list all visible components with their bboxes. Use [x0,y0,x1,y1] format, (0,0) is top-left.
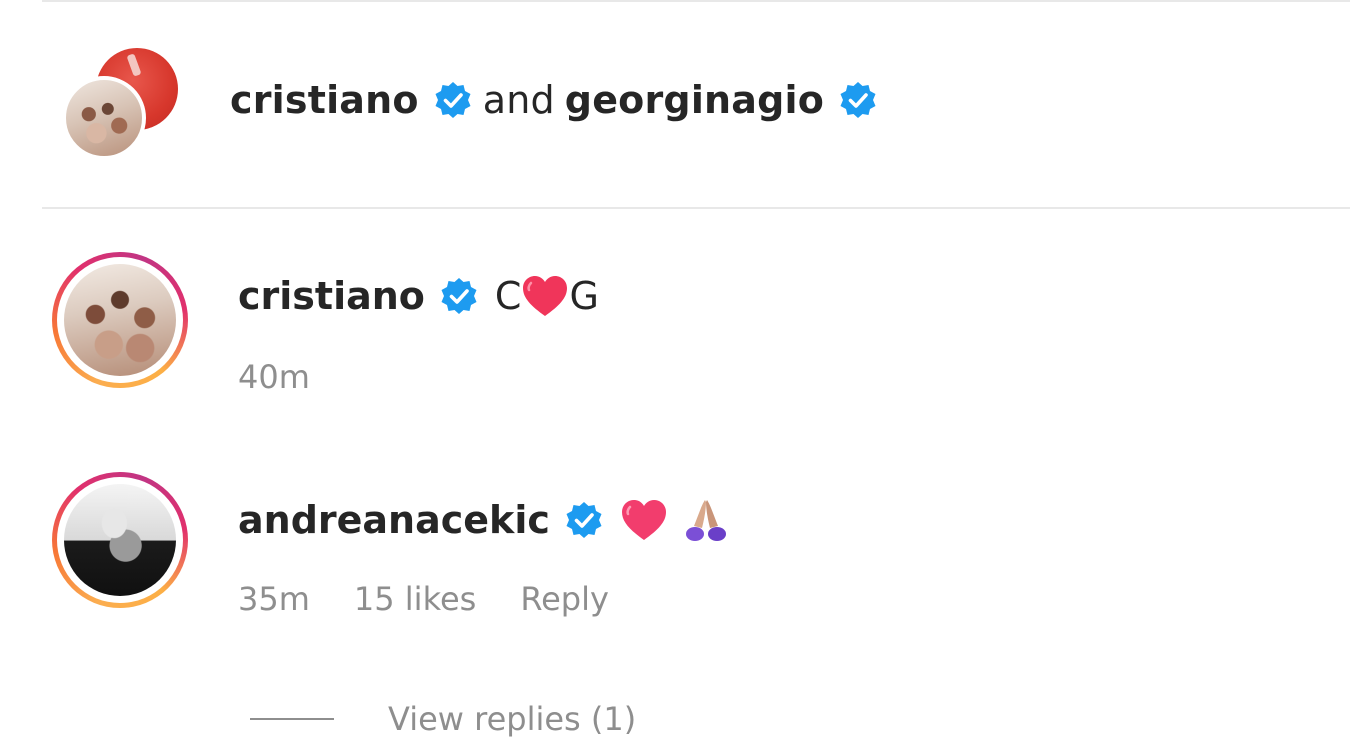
comment-text [620,494,732,546]
comment-item: cristiano C G 40m [52,252,1302,396]
verified-badge-icon [441,278,477,314]
header-connector: and [482,78,555,122]
view-replies-line [250,718,334,720]
header-username-1[interactable]: cristiano [230,78,419,122]
collab-title: cristiano and georginagio [230,78,878,122]
comment-item: andreanacekic 35m 15 likes Reply [52,472,1302,622]
comment-likes[interactable]: 15 likes [354,580,476,618]
comment-username[interactable]: cristiano [238,274,425,318]
avatar-cristiano [64,264,176,376]
avatar-story-ring[interactable] [52,252,188,388]
folded-hands-emoji-icon [685,500,726,541]
verified-badge-icon [435,82,471,118]
header-divider [42,207,1350,209]
comment-text-before: C [494,274,522,318]
header-username-2[interactable]: georginagio [565,78,824,122]
comment-username[interactable]: andreanacekic [238,498,550,542]
comment-timestamp: 40m [238,358,310,396]
heart-emoji-icon [621,500,666,540]
avatar-andreanacekic [64,484,176,596]
heart-emoji-icon [523,276,568,316]
comment-timestamp: 35m [238,580,310,618]
post-header: cristiano and georginagio [60,48,1310,168]
comment-text: C G [495,274,599,318]
view-replies-button[interactable]: View replies (1) [250,700,636,738]
view-replies-label: View replies (1) [388,700,637,738]
verified-badge-icon [566,502,602,538]
comment-meta: 35m 15 likes Reply [238,580,609,618]
avatar-story-ring[interactable] [52,472,188,608]
comment-text-after: G [569,274,599,318]
top-divider [42,0,1350,2]
comment-line: andreanacekic [238,494,732,546]
collab-avatar-stack[interactable] [60,48,180,168]
avatar-cristiano [62,76,146,160]
comment-meta: 40m [238,358,310,396]
reply-button[interactable]: Reply [520,580,609,618]
comment-line: cristiano C G [238,274,599,318]
verified-badge-icon [840,82,876,118]
